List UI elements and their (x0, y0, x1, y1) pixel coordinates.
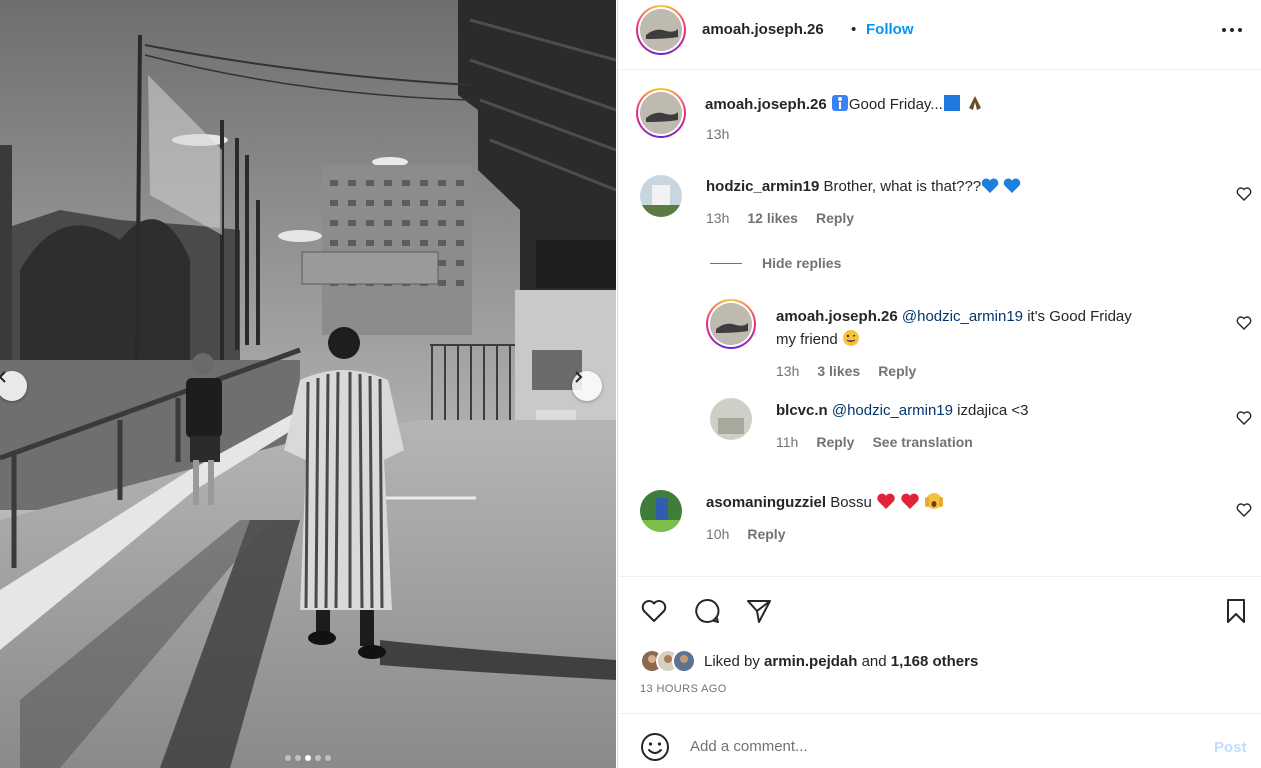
comment-username[interactable]: asomaninguzziel (706, 494, 826, 511)
comment-like-heart-icon[interactable] (1236, 186, 1252, 202)
comment-bubble-icon[interactable] (693, 597, 721, 625)
share-paper-plane-icon[interactable] (745, 597, 773, 625)
author-avatar[interactable] (636, 5, 686, 55)
reply-time: 11h (776, 434, 799, 450)
carousel-dot (295, 755, 301, 761)
comment-time: 10h (706, 526, 730, 542)
carousel-dot (305, 755, 311, 761)
winking-tongue-emoji-icon (842, 330, 859, 346)
reply-avatar[interactable] (710, 398, 752, 440)
reply-avatar[interactable] (706, 299, 756, 349)
post-side-panel: amoah.joseph.26 • Follow amoah.joseph.26… (617, 0, 1261, 768)
comment-reply-button[interactable]: Reply (816, 210, 854, 226)
liker-username[interactable]: armin.pejdah (764, 653, 857, 670)
save-bookmark-icon[interactable] (1222, 597, 1250, 625)
comment-likes[interactable]: 12 likes (747, 210, 798, 226)
comment-meta: 13h 12 likes Reply (706, 210, 854, 226)
caption-meta: 13h (706, 126, 729, 142)
chevron-right-icon (575, 371, 583, 383)
reply-body-line1: it's Good Friday (1027, 308, 1132, 325)
carousel-dots (0, 755, 616, 761)
caption-username[interactable]: amoah.joseph.26 (705, 96, 827, 113)
caption-avatar[interactable] (636, 88, 686, 138)
comments-list: amoah.joseph.26 Good Friday... 13h hodzi… (618, 71, 1261, 575)
reply-text: amoah.joseph.26 @hodzic_armin19 it's Goo… (776, 305, 1216, 351)
comment-avatar[interactable] (640, 175, 682, 217)
caption-text: Good Friday... (848, 96, 943, 113)
hide-replies-line (710, 262, 742, 264)
carousel-dot (285, 755, 291, 761)
comment-like-heart-icon[interactable] (1236, 502, 1252, 518)
comment-text: asomaninguzziel Bossu (706, 491, 944, 514)
likes-count[interactable]: 1,168 others (891, 653, 979, 670)
likes-text: Liked by armin.pejdah and 1,168 others (704, 653, 978, 670)
carousel-dot (325, 755, 331, 761)
separator-dot: • (851, 21, 857, 38)
post-photo[interactable] (0, 0, 616, 768)
reply-likes[interactable]: 3 likes (817, 363, 860, 379)
post-timestamp[interactable]: 13 HOURS AGO (640, 683, 727, 695)
comment-composer: Post (618, 713, 1261, 768)
post-header: amoah.joseph.26 • Follow (618, 0, 1261, 70)
post-actions: Liked by armin.pejdah and 1,168 others 1… (618, 576, 1261, 713)
likes-prefix: Liked by (704, 652, 760, 670)
author-username[interactable]: amoah.joseph.26 (702, 21, 824, 38)
emoji-picker-icon[interactable] (640, 732, 670, 762)
reply-username[interactable]: amoah.joseph.26 (776, 308, 898, 325)
carousel-next-button[interactable] (572, 371, 602, 401)
reply-meta: 13h 3 likes Reply (776, 363, 916, 379)
comment-text: hodzic_armin19 Brother, what is that??? (706, 175, 1021, 198)
reply-body: izdajica <3 (957, 402, 1029, 419)
see-translation-button[interactable]: See translation (872, 434, 972, 450)
liker-avatar (672, 649, 696, 673)
likes-summary: Liked by armin.pejdah and 1,168 others (640, 649, 978, 673)
caption: amoah.joseph.26 Good Friday... (705, 93, 985, 116)
chevron-left-icon (0, 371, 6, 383)
comment-body: Brother, what is that??? (823, 178, 982, 195)
comment-username[interactable]: hodzic_armin19 (706, 178, 819, 195)
comment-input[interactable] (690, 730, 1190, 762)
person-info-emoji-icon (831, 95, 848, 111)
carousel-dot (315, 755, 321, 761)
reply-text: blcvc.n @hodzic_armin19 izdajica <3 (776, 399, 1028, 422)
post-comment-button[interactable]: Post (1214, 739, 1247, 756)
hide-replies-label: Hide replies (762, 255, 842, 271)
comment-meta: 10h Reply (706, 526, 785, 542)
blue-square-icon (943, 95, 960, 111)
comment-avatar[interactable] (640, 490, 682, 532)
blue-heart-icon (1004, 178, 1021, 193)
comment-body: Bossu (830, 494, 872, 511)
caption-time: 13h (706, 126, 730, 142)
praying-hands-icon (969, 96, 981, 110)
more-options-icon[interactable] (1220, 20, 1244, 40)
photo-image (0, 0, 616, 768)
reply-like-heart-icon[interactable] (1236, 315, 1252, 331)
follow-button[interactable]: Follow (866, 21, 914, 38)
red-heart-icon (901, 493, 919, 509)
reply-mention[interactable]: @hodzic_armin19 (832, 402, 953, 419)
likes-middle: and (861, 652, 887, 670)
comment-time: 13h (706, 210, 730, 226)
hide-replies-button[interactable]: Hide replies (710, 255, 841, 271)
reply-reply-button[interactable]: Reply (816, 434, 854, 450)
reply-time: 13h (776, 363, 800, 379)
comment-reply-button[interactable]: Reply (747, 526, 785, 542)
reply-mention[interactable]: @hodzic_armin19 (902, 308, 1023, 325)
like-heart-icon[interactable] (640, 597, 668, 625)
reply-like-heart-icon[interactable] (1236, 410, 1252, 426)
screaming-face-emoji-icon (925, 493, 944, 509)
blue-heart-icon (981, 178, 999, 193)
reply-username[interactable]: blcvc.n (776, 402, 828, 419)
reply-meta: 11h Reply See translation (776, 434, 973, 450)
reply-body-line2: my friend (776, 331, 838, 348)
reply-reply-button[interactable]: Reply (878, 363, 916, 379)
red-heart-icon (877, 493, 895, 509)
